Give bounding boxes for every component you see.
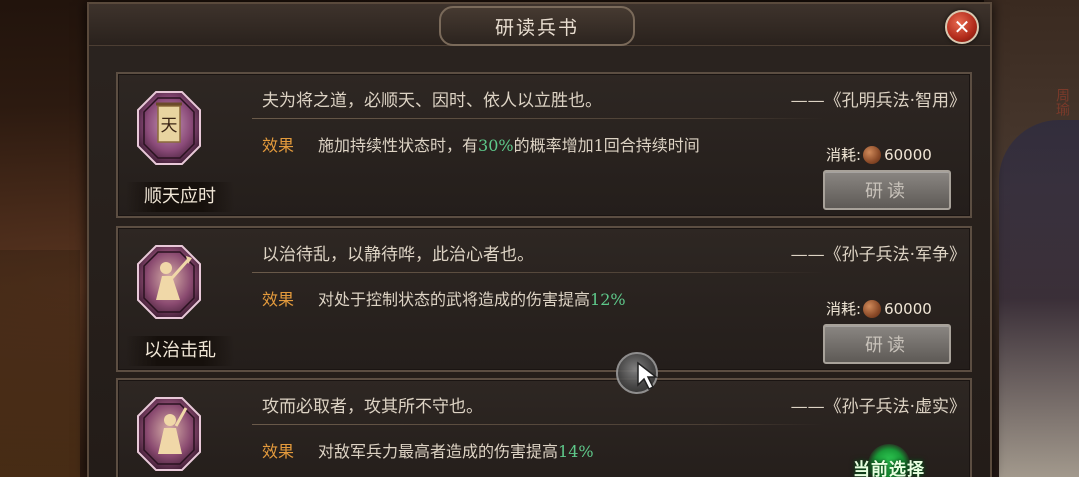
background-character-name: 周瑜: [1054, 88, 1070, 116]
effect-text-before: 对处于控制状态的武将造成的伤害提高: [318, 290, 591, 309]
cost-display: 消耗: 60000: [826, 144, 966, 165]
close-icon: ✕: [953, 15, 971, 39]
study-button[interactable]: 研读: [823, 324, 951, 364]
emblem-char: 天: [161, 116, 178, 136]
effect-label: 效果: [262, 442, 295, 461]
divider: [252, 272, 824, 273]
effect-highlight: 12%: [590, 290, 626, 309]
effect-description: 对处于控制状态的武将造成的伤害提高12%: [318, 286, 818, 313]
background-decor-left: [0, 250, 80, 477]
warrior-attack-icon: [136, 244, 202, 320]
effect-label: 效果: [262, 290, 295, 309]
skill-source: ——《孔明兵法·智用》: [790, 91, 966, 111]
effect-description: 对敌军兵力最高者造成的伤害提高14%: [318, 438, 818, 465]
pointer-arrow-icon: [637, 361, 659, 391]
skill-name: 顺天应时: [126, 182, 234, 212]
divider: [252, 118, 824, 119]
study-button[interactable]: 研读: [823, 170, 951, 210]
cost-display: 消耗: 60000: [826, 298, 966, 319]
copper-coin-icon: [863, 299, 882, 318]
title-plate: 研读兵书: [439, 6, 635, 46]
effect-text-after: 的概率增加1回合持续时间: [513, 136, 700, 155]
close-button[interactable]: ✕: [945, 10, 979, 44]
cost-label: 消耗:: [826, 146, 862, 164]
effect-highlight: 30%: [478, 136, 514, 155]
panel-title: 研读兵书: [494, 16, 579, 39]
banner-tian-icon: 天: [136, 90, 202, 166]
skill-source: ——《孙子兵法·军争》: [790, 245, 966, 265]
current-selection-badge: 当前选择: [853, 459, 925, 477]
skill-card-yizhijiluan: 以治击乱 以治待乱，以静待哗，此治心者也。 ——《孙子兵法·军争》 效果 对处于…: [116, 226, 972, 372]
copper-coin-icon: [863, 145, 882, 164]
effect-label: 效果: [262, 136, 295, 155]
effect-highlight: 14%: [558, 442, 594, 461]
background-character: [999, 120, 1079, 477]
background-character-area: 周瑜: [984, 0, 1079, 477]
skill-source: ——《孙子兵法·虚实》: [790, 397, 966, 417]
effect-description: 施加持续性状态时，有30%的概率增加1回合持续时间: [318, 132, 818, 159]
cost-label: 消耗:: [826, 300, 862, 318]
skill-card-shuntian: 天 顺天应时 夫为将之道，必顺天、因时、依人以立胜也。 ——《孔明兵法·智用》 …: [116, 72, 972, 218]
skill-card-gongerbiqu: 攻而必取者，攻其所不守也。 ——《孙子兵法·虚实》 效果 对敌军兵力最高者造成的…: [116, 378, 972, 477]
cost-value: 60000: [884, 145, 932, 164]
cost-value: 60000: [884, 299, 932, 318]
study-book-panel: 研读兵书 ✕ 天 顺天应时 夫为将之道，必顺天、因时、依人以立胜也。 ——《孔明…: [87, 2, 992, 477]
effect-text-before: 施加持续性状态时，有: [318, 136, 479, 155]
divider: [252, 424, 824, 425]
warrior-charge-icon: [136, 396, 202, 472]
effect-text-before: 对敌军兵力最高者造成的伤害提高: [318, 442, 559, 461]
skill-name: 以治击乱: [126, 336, 234, 366]
